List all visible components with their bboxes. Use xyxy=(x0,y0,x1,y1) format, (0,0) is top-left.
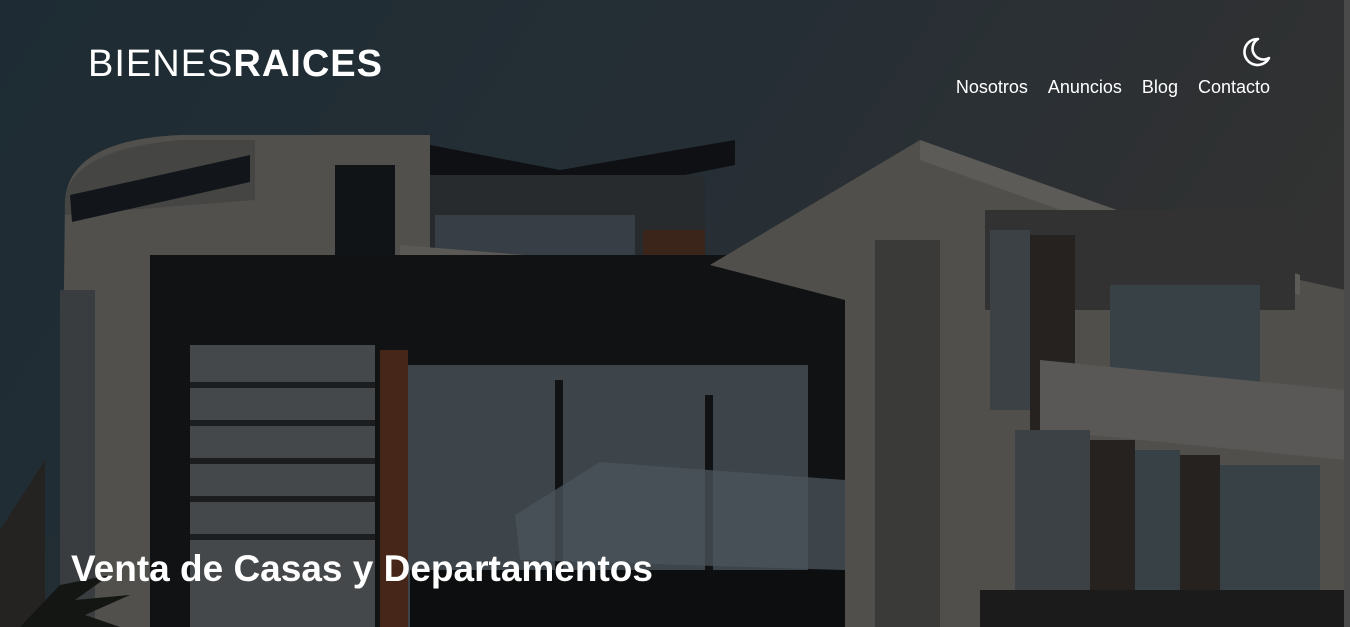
moon-icon xyxy=(1243,37,1271,67)
hero-title: Venta de Casas y Departamentos xyxy=(71,548,653,589)
site-logo[interactable]: BIENESRAICES xyxy=(88,41,383,87)
logo-bold-text: RAICES xyxy=(233,43,383,85)
dark-mode-toggle-button[interactable] xyxy=(1238,34,1274,70)
nav-link-nosotros[interactable]: Nosotros xyxy=(956,76,1028,98)
logo-light-text: BIENES xyxy=(88,43,234,85)
page-scrollbar[interactable] xyxy=(1344,0,1350,627)
main-navigation: Nosotros Anuncios Blog Contacto xyxy=(956,76,1270,98)
hero-section: BIENESRAICES Nosotros Anuncios Blog Cont… xyxy=(0,0,1350,627)
nav-link-contacto[interactable]: Contacto xyxy=(1198,76,1270,98)
nav-link-anuncios[interactable]: Anuncios xyxy=(1048,76,1122,98)
nav-link-blog[interactable]: Blog xyxy=(1142,76,1178,98)
